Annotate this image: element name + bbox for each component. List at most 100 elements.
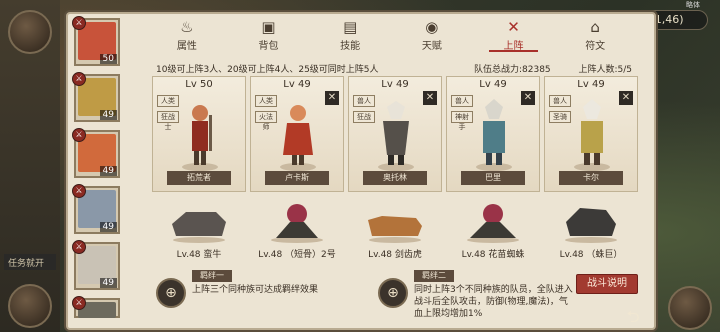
tab-attributes[interactable]: ♨ 属性 (146, 14, 228, 52)
back-arrow-icon[interactable]: ⮌ (620, 306, 646, 330)
deployed-heroes: Lv 50 人类 狂战士 拓荒者 Lv 49 人类 火法师 ✕ 卢卡斯 Lv 4… (152, 76, 638, 194)
hero-name: 奥托林 (363, 171, 427, 185)
pet-slot-5[interactable]: Lv.48 （蛛巨） (544, 198, 638, 262)
race-tag: 兽人 (549, 95, 571, 107)
class-tag: 狂战 (353, 111, 375, 123)
crosshair-icon: ⊕ (156, 278, 186, 308)
class-badge-icon: ⚔ (72, 240, 86, 254)
pet-row: Lv.48 蛮牛 Lv.48 （短骨）2号 Lv.48 剑齿虎 Lv.48 花苗… (152, 198, 636, 264)
roster-hero-6[interactable]: ⚔ (72, 296, 120, 318)
bond-description: 同时上阵3个不同种族的队员，全队进入战斗后全队攻击，防御(物理,魔法)，气血上限… (414, 285, 573, 319)
backpack-icon: ▣ (261, 18, 276, 36)
hero-figure (280, 105, 316, 171)
remove-hero-button[interactable]: ✕ (521, 91, 535, 105)
hero-level: Lv 50 (185, 79, 213, 90)
tab-talent[interactable]: ◉ 天赋 (391, 14, 473, 52)
spider-plant-pet-figure (467, 204, 519, 243)
class-tag: 火法师 (255, 111, 277, 131)
tab-deploy[interactable]: ✕ 上阵 (473, 14, 555, 52)
crossed-swords-icon: ✕ (507, 18, 520, 36)
pet-slot-1[interactable]: Lv.48 蛮牛 (152, 198, 246, 262)
pet-label: Lv.48 （短骨）2号 (258, 250, 336, 260)
pet-slot-3[interactable]: Lv.48 剑齿虎 (348, 198, 442, 262)
bond-title: 羁绊二 (414, 270, 454, 282)
bond-two: ⊕ 羁绊二 同时上阵3个不同种族的队员，全队进入战斗后全队攻击，防御(物理,魔法… (374, 270, 574, 324)
hero-figure (378, 101, 414, 171)
bond-title: 羁绊一 (192, 270, 232, 282)
class-badge-icon: ⚔ (72, 16, 86, 30)
bond-description: 上阵三个同种族可达成羁绊效果 (192, 285, 319, 295)
class-tag: 神射手 (451, 111, 473, 131)
roster-level: 49 (99, 222, 117, 232)
hero-card-5[interactable]: Lv 49 兽人 圣骑 ✕ 卡尔 (544, 76, 638, 192)
bull-pet-figure (172, 212, 226, 243)
crosshair-icon: ⊕ (378, 278, 408, 308)
roster-hero-3[interactable]: ⚔ 49 (72, 128, 120, 178)
pet-label: Lv.48 剑齿虎 (368, 250, 422, 260)
tab-bar: ♨ 属性 ▣ 背包 ▤ 技能 ◉ 天赋 ✕ 上阵 ⌂ 符文 (146, 14, 636, 52)
remove-hero-button[interactable]: ✕ (619, 91, 633, 105)
eye-icon: ◉ (425, 18, 439, 36)
avatar-button[interactable] (8, 10, 52, 54)
roster-level: 49 (99, 110, 117, 120)
roster-hero-5[interactable]: ⚔ 49 (72, 240, 120, 290)
bond-section: ⊕ 羁绊一 上阵三个同种族可达成羁绊效果 ⊕ 羁绊二 同时上阵3个不同种族的队员… (152, 266, 642, 330)
remove-hero-button[interactable]: ✕ (325, 91, 339, 105)
roster-level: 49 (99, 166, 117, 176)
class-tag: 狂战士 (157, 111, 179, 131)
hero-roster: ⚔ 50 ⚔ 49 ⚔ 49 ⚔ 49 ⚔ 49 ⚔ (72, 16, 124, 318)
hero-level: Lv 49 (381, 79, 409, 90)
class-badge-icon: ⚔ (72, 184, 86, 198)
class-badge-icon: ⚔ (72, 72, 86, 86)
chat-button[interactable] (8, 284, 52, 328)
hero-name: 卡尔 (559, 171, 623, 185)
pet-label: Lv.48 （蛛巨） (559, 250, 623, 260)
status-bar-text: 略体 (686, 1, 700, 9)
bond-one: ⊕ 羁绊一 上阵三个同种族可达成羁绊效果 (152, 270, 372, 324)
rune-icon: ⌂ (590, 18, 600, 36)
deploy-count-text: 上阵人数:5/5 (578, 65, 632, 75)
hero-card-1[interactable]: Lv 50 人类 狂战士 拓荒者 (152, 76, 246, 192)
map-action-button[interactable] (668, 286, 712, 330)
hero-figure (476, 99, 512, 171)
hero-card-4[interactable]: Lv 49 兽人 神射手 ✕ 巴里 (446, 76, 540, 192)
hero-figure (574, 99, 610, 171)
remove-hero-button[interactable]: ✕ (423, 91, 437, 105)
deploy-info-bar: 10级可上阵3人、20级可上阵4人、25级可同时上阵5人 队伍总战力:82385… (148, 62, 638, 76)
pet-label: Lv.48 花苗蜘蛛 (461, 250, 525, 260)
tab-runes[interactable]: ⌂ 符文 (554, 14, 636, 52)
hero-level: Lv 49 (283, 79, 311, 90)
battle-explain-button[interactable]: 战斗说明 (576, 274, 638, 294)
tab-backpack[interactable]: ▣ 背包 (228, 14, 310, 52)
map-task-tag[interactable]: 任务就开 (4, 254, 56, 270)
hero-name: 拓荒者 (167, 171, 231, 185)
hero-figure (182, 105, 218, 171)
pet-slot-4[interactable]: Lv.48 花苗蜘蛛 (446, 198, 540, 262)
class-badge-icon: ⚔ (72, 128, 86, 142)
race-tag: 兽人 (451, 95, 473, 107)
race-tag: 人类 (157, 95, 179, 107)
plant-pet-figure (271, 204, 323, 243)
class-badge-icon: ⚔ (72, 296, 86, 310)
tab-skills[interactable]: ▤ 技能 (309, 14, 391, 52)
race-tag: 人类 (255, 95, 277, 107)
race-tag: 兽人 (353, 95, 375, 107)
class-tag: 圣骑 (549, 111, 571, 123)
pet-label: Lv.48 蛮牛 (176, 250, 222, 260)
hero-name: 巴里 (461, 171, 525, 185)
unlock-rule-text: 10级可上阵3人、20级可上阵4人、25级可同时上阵5人 (156, 65, 379, 75)
book-icon: ▤ (343, 18, 358, 36)
roster-hero-2[interactable]: ⚔ 49 (72, 72, 120, 122)
beast-pet-figure (565, 208, 617, 243)
hero-card-3[interactable]: Lv 49 兽人 狂战 ✕ 奥托林 (348, 76, 442, 192)
roster-hero-4[interactable]: ⚔ 49 (72, 184, 120, 234)
roster-level: 49 (99, 278, 117, 288)
flame-icon: ♨ (180, 18, 194, 36)
roster-level: 50 (99, 54, 117, 64)
team-power-text: 队伍总战力:82385 (474, 65, 551, 75)
roster-hero-1[interactable]: ⚔ 50 (72, 16, 120, 66)
hero-level: Lv 49 (577, 79, 605, 90)
hero-card-2[interactable]: Lv 49 人类 火法师 ✕ 卢卡斯 (250, 76, 344, 192)
pet-slot-2[interactable]: Lv.48 （短骨）2号 (250, 198, 344, 262)
sabertooth-pet-figure (368, 216, 422, 243)
